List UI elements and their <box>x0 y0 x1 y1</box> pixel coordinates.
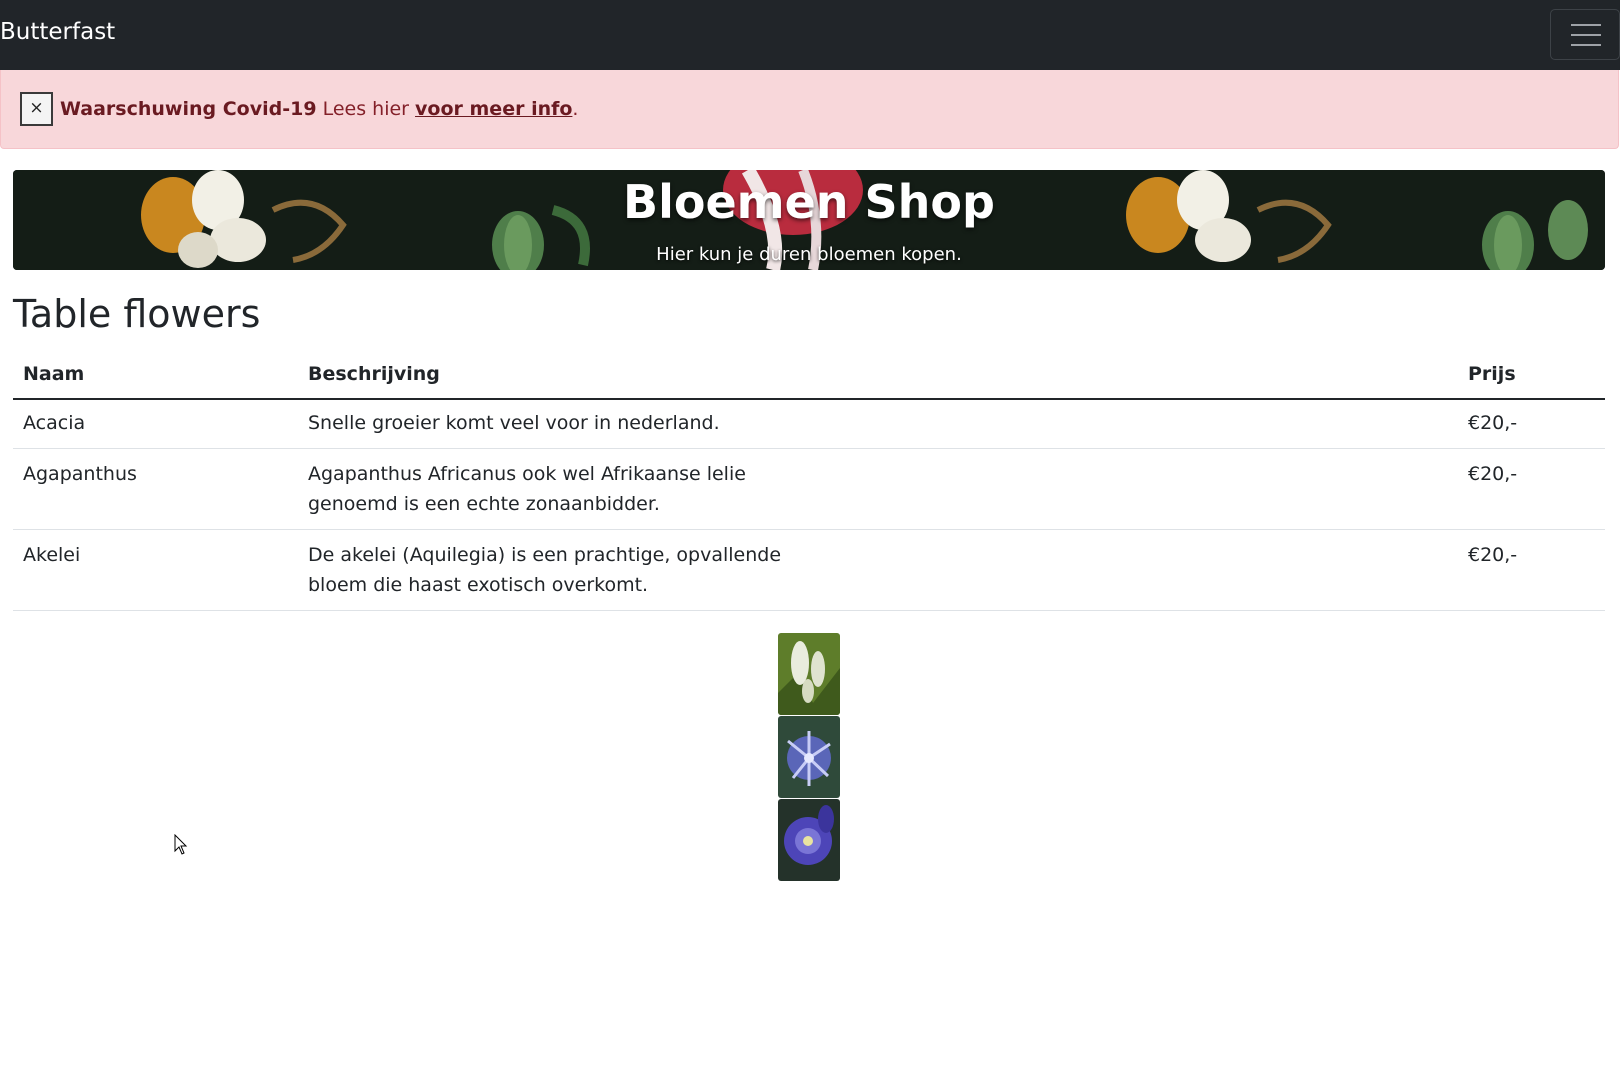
hamburger-icon-bar <box>1571 34 1601 36</box>
close-icon[interactable]: × <box>20 92 53 126</box>
header-naam: Naam <box>23 363 85 385</box>
alert-title: Waarschuwing Covid-19 <box>60 98 317 120</box>
cell-price: €20,- <box>1468 463 1518 485</box>
table-row: Acacia Snelle groeier komt veel voor in … <box>13 398 1605 449</box>
table-header-row: Naam Beschrijving Prijs <box>13 347 1605 400</box>
hero-title: Bloemen Shop <box>623 175 995 229</box>
cell-description: De akelei (Aquilegia) is een prachtige, … <box>308 544 782 596</box>
mouse-cursor-icon <box>174 834 188 855</box>
cell-description: Snelle groeier komt veel voor in nederla… <box>308 412 720 434</box>
header-beschrijving: Beschrijving <box>308 363 440 385</box>
hero-banner: Bloemen Shop Hier kun je duren bloemen k… <box>13 170 1605 270</box>
hamburger-icon-bar <box>1571 24 1601 26</box>
table-row: Akelei De akelei (Aquilegia) is een prac… <box>13 530 1605 611</box>
flower-images <box>778 633 840 882</box>
hero-subtitle: Hier kun je duren bloemen kopen. <box>656 244 962 265</box>
cell-name: Akelei <box>23 544 81 566</box>
alert-message: Waarschuwing Covid-19 Lees hier voor mee… <box>60 98 578 120</box>
agapanthus-image <box>778 716 840 798</box>
alert-text: Lees hier <box>316 98 416 120</box>
more-info-link[interactable]: voor meer info <box>415 98 572 120</box>
navbar: Butterfast <box>0 0 1620 70</box>
header-prijs: Prijs <box>1468 363 1516 385</box>
akelei-image <box>778 799 840 881</box>
section-title: Table flowers <box>13 292 261 336</box>
cell-price: €20,- <box>1468 544 1518 566</box>
hamburger-icon-bar <box>1571 44 1601 46</box>
cell-name: Agapanthus <box>23 463 137 485</box>
cell-price: €20,- <box>1468 412 1518 434</box>
cell-name: Acacia <box>23 412 86 434</box>
menu-toggle-button[interactable] <box>1550 9 1620 60</box>
acacia-image <box>778 633 840 715</box>
covid-alert: × Waarschuwing Covid-19 Lees hier voor m… <box>0 70 1619 149</box>
alert-suffix: . <box>572 98 579 120</box>
cell-description: Agapanthus Africanus ook wel Afrikaanse … <box>308 463 746 515</box>
table-row: Agapanthus Agapanthus Africanus ook wel … <box>13 449 1605 530</box>
brand-link[interactable]: Butterfast <box>0 19 115 45</box>
